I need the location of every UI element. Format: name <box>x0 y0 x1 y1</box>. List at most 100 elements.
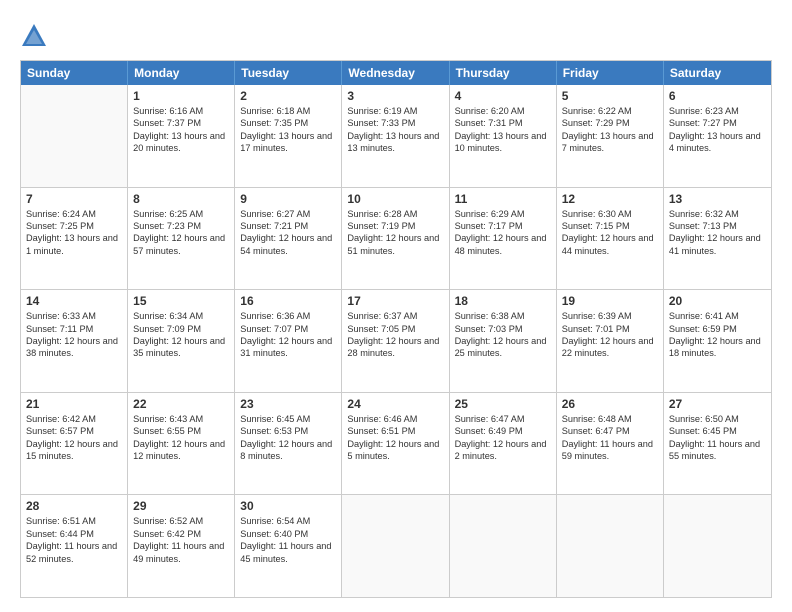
daylight-text: Daylight: 12 hours and 8 minutes. <box>240 438 336 463</box>
sunrise-text: Sunrise: 6:33 AM <box>26 310 122 322</box>
day-number: 2 <box>240 89 336 103</box>
sunset-text: Sunset: 7:25 PM <box>26 220 122 232</box>
calendar-row-1: 1Sunrise: 6:16 AMSunset: 7:37 PMDaylight… <box>21 85 771 187</box>
daylight-text: Daylight: 13 hours and 10 minutes. <box>455 130 551 155</box>
calendar-cell: 16Sunrise: 6:36 AMSunset: 7:07 PMDayligh… <box>235 290 342 392</box>
sunrise-text: Sunrise: 6:16 AM <box>133 105 229 117</box>
sunset-text: Sunset: 6:45 PM <box>669 425 766 437</box>
sunset-text: Sunset: 7:37 PM <box>133 117 229 129</box>
sunset-text: Sunset: 7:27 PM <box>669 117 766 129</box>
weekday-header-sunday: Sunday <box>21 61 128 85</box>
day-number: 5 <box>562 89 658 103</box>
calendar-row-3: 14Sunrise: 6:33 AMSunset: 7:11 PMDayligh… <box>21 289 771 392</box>
weekday-header-thursday: Thursday <box>450 61 557 85</box>
sunrise-text: Sunrise: 6:48 AM <box>562 413 658 425</box>
daylight-text: Daylight: 11 hours and 59 minutes. <box>562 438 658 463</box>
calendar-cell <box>21 85 128 187</box>
sunrise-text: Sunrise: 6:42 AM <box>26 413 122 425</box>
calendar-cell: 7Sunrise: 6:24 AMSunset: 7:25 PMDaylight… <box>21 188 128 290</box>
sunrise-text: Sunrise: 6:24 AM <box>26 208 122 220</box>
sunrise-text: Sunrise: 6:30 AM <box>562 208 658 220</box>
sunrise-text: Sunrise: 6:45 AM <box>240 413 336 425</box>
sunset-text: Sunset: 7:21 PM <box>240 220 336 232</box>
sunset-text: Sunset: 6:40 PM <box>240 528 336 540</box>
sunrise-text: Sunrise: 6:19 AM <box>347 105 443 117</box>
sunrise-text: Sunrise: 6:22 AM <box>562 105 658 117</box>
day-number: 4 <box>455 89 551 103</box>
sunrise-text: Sunrise: 6:38 AM <box>455 310 551 322</box>
sunset-text: Sunset: 7:19 PM <box>347 220 443 232</box>
daylight-text: Daylight: 13 hours and 1 minute. <box>26 232 122 257</box>
calendar: SundayMondayTuesdayWednesdayThursdayFrid… <box>20 60 772 598</box>
day-number: 8 <box>133 192 229 206</box>
day-number: 20 <box>669 294 766 308</box>
day-number: 23 <box>240 397 336 411</box>
calendar-cell: 23Sunrise: 6:45 AMSunset: 6:53 PMDayligh… <box>235 393 342 495</box>
sunrise-text: Sunrise: 6:29 AM <box>455 208 551 220</box>
sunset-text: Sunset: 7:31 PM <box>455 117 551 129</box>
calendar-cell: 26Sunrise: 6:48 AMSunset: 6:47 PMDayligh… <box>557 393 664 495</box>
calendar-cell: 30Sunrise: 6:54 AMSunset: 6:40 PMDayligh… <box>235 495 342 597</box>
day-number: 29 <box>133 499 229 513</box>
daylight-text: Daylight: 13 hours and 7 minutes. <box>562 130 658 155</box>
sunset-text: Sunset: 7:05 PM <box>347 323 443 335</box>
calendar-cell: 15Sunrise: 6:34 AMSunset: 7:09 PMDayligh… <box>128 290 235 392</box>
page-header <box>20 18 772 50</box>
day-number: 6 <box>669 89 766 103</box>
day-number: 12 <box>562 192 658 206</box>
calendar-cell <box>664 495 771 597</box>
daylight-text: Daylight: 12 hours and 57 minutes. <box>133 232 229 257</box>
day-number: 28 <box>26 499 122 513</box>
logo-icon <box>20 22 48 50</box>
sunrise-text: Sunrise: 6:41 AM <box>669 310 766 322</box>
sunrise-text: Sunrise: 6:43 AM <box>133 413 229 425</box>
sunrise-text: Sunrise: 6:27 AM <box>240 208 336 220</box>
sunrise-text: Sunrise: 6:32 AM <box>669 208 766 220</box>
day-number: 21 <box>26 397 122 411</box>
sunrise-text: Sunrise: 6:52 AM <box>133 515 229 527</box>
calendar-cell: 6Sunrise: 6:23 AMSunset: 7:27 PMDaylight… <box>664 85 771 187</box>
sunset-text: Sunset: 6:55 PM <box>133 425 229 437</box>
sunrise-text: Sunrise: 6:46 AM <box>347 413 443 425</box>
day-number: 16 <box>240 294 336 308</box>
sunset-text: Sunset: 7:29 PM <box>562 117 658 129</box>
calendar-cell: 3Sunrise: 6:19 AMSunset: 7:33 PMDaylight… <box>342 85 449 187</box>
day-number: 14 <box>26 294 122 308</box>
daylight-text: Daylight: 12 hours and 51 minutes. <box>347 232 443 257</box>
sunset-text: Sunset: 7:23 PM <box>133 220 229 232</box>
calendar-cell: 29 Sunrise: 6:52 AMSunset: 6:42 PMDayligh… <box>128 495 235 597</box>
sunrise-text: Sunrise: 6:50 AM <box>669 413 766 425</box>
calendar-header: SundayMondayTuesdayWednesdayThursdayFrid… <box>21 61 771 85</box>
sunset-text: Sunset: 6:44 PM <box>26 528 122 540</box>
sunrise-text: Sunrise: 6:25 AM <box>133 208 229 220</box>
day-number: 25 <box>455 397 551 411</box>
calendar-cell: 9Sunrise: 6:27 AMSunset: 7:21 PMDaylight… <box>235 188 342 290</box>
daylight-text: Daylight: 12 hours and 12 minutes. <box>133 438 229 463</box>
calendar-cell <box>342 495 449 597</box>
calendar-cell: 22 Sunrise: 6:43 AMSunset: 6:55 PMDayligh… <box>128 393 235 495</box>
daylight-text: Daylight: 11 hours and 49 minutes. <box>133 540 229 565</box>
daylight-text: Daylight: 12 hours and 31 minutes. <box>240 335 336 360</box>
sunrise-text: Sunrise: 6:20 AM <box>455 105 551 117</box>
calendar-cell: 21Sunrise: 6:42 AMSunset: 6:57 PMDayligh… <box>21 393 128 495</box>
calendar-cell: 1Sunrise: 6:16 AMSunset: 7:37 PMDaylight… <box>128 85 235 187</box>
sunset-text: Sunset: 6:59 PM <box>669 323 766 335</box>
daylight-text: Daylight: 13 hours and 4 minutes. <box>669 130 766 155</box>
sunset-text: Sunset: 7:35 PM <box>240 117 336 129</box>
daylight-text: Daylight: 13 hours and 20 minutes. <box>133 130 229 155</box>
weekday-header-wednesday: Wednesday <box>342 61 449 85</box>
sunset-text: Sunset: 7:03 PM <box>455 323 551 335</box>
day-number: 9 <box>240 192 336 206</box>
sunset-text: Sunset: 7:07 PM <box>240 323 336 335</box>
daylight-text: Daylight: 12 hours and 35 minutes. <box>133 335 229 360</box>
calendar-cell: 14Sunrise: 6:33 AMSunset: 7:11 PMDayligh… <box>21 290 128 392</box>
sunrise-text: Sunrise: 6:47 AM <box>455 413 551 425</box>
day-number: 17 <box>347 294 443 308</box>
weekday-header-tuesday: Tuesday <box>235 61 342 85</box>
daylight-text: Daylight: 12 hours and 41 minutes. <box>669 232 766 257</box>
day-number: 30 <box>240 499 336 513</box>
daylight-text: Daylight: 13 hours and 13 minutes. <box>347 130 443 155</box>
sunset-text: Sunset: 6:42 PM <box>133 528 229 540</box>
day-number: 26 <box>562 397 658 411</box>
day-number: 22 <box>133 397 229 411</box>
